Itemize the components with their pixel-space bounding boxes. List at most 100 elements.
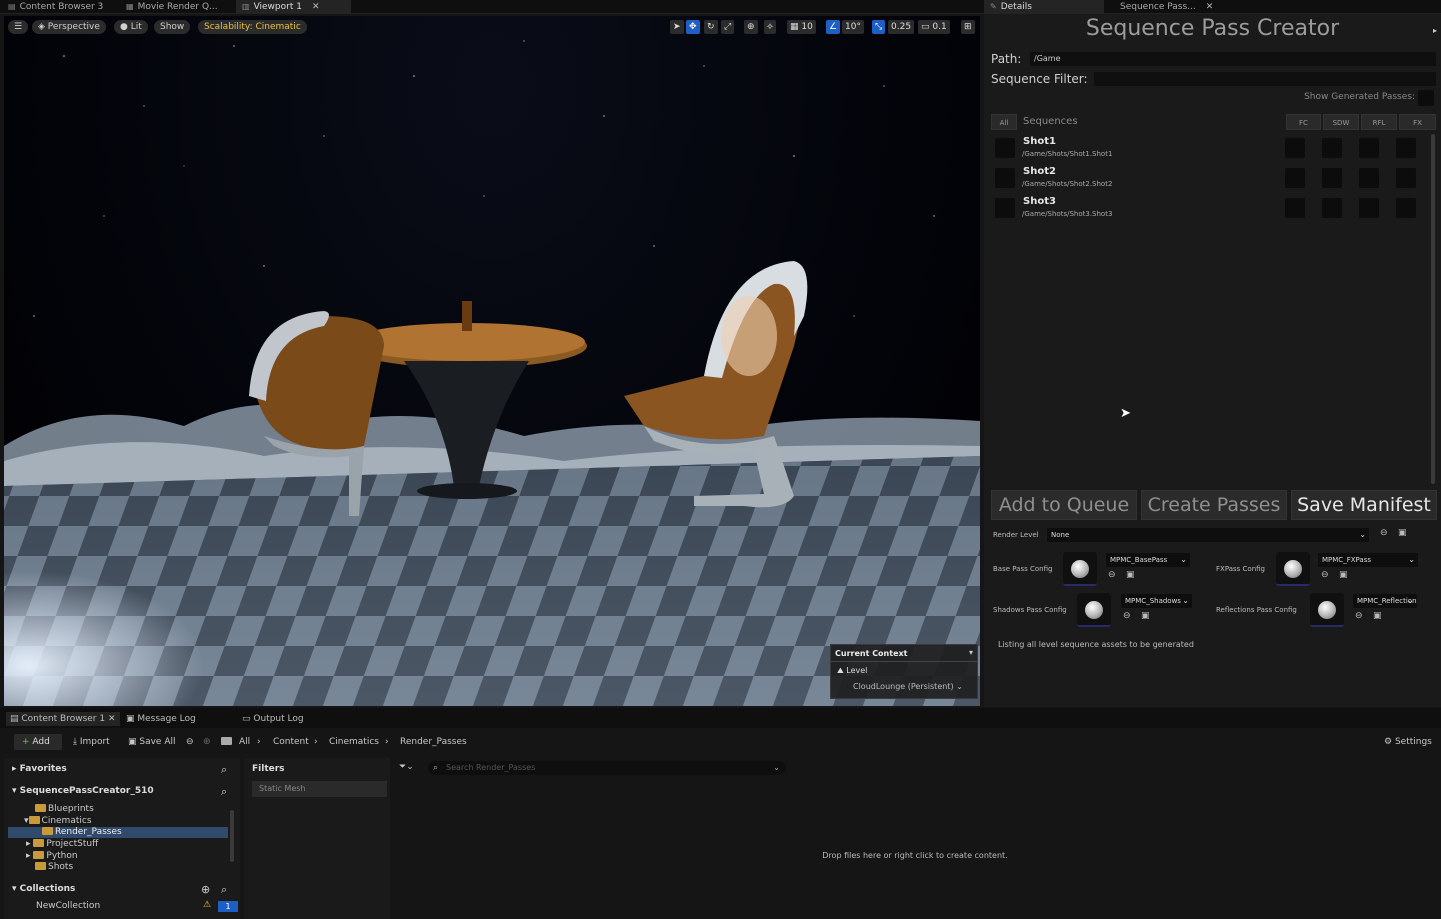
- layout-icon[interactable]: ⊞: [961, 20, 975, 34]
- column-fc[interactable]: FC: [1286, 114, 1321, 130]
- scale-snap-button[interactable]: ⤡: [872, 20, 886, 34]
- shadows-pass-dropdown[interactable]: MPMC_Shadows ⌄: [1121, 594, 1192, 608]
- scalability-badge[interactable]: Scalability: Cinematic: [198, 20, 307, 34]
- breadcrumb-content[interactable]: Content: [273, 737, 309, 747]
- base-pass-thumbnail[interactable]: [1063, 552, 1097, 586]
- surface-snap-icon[interactable]: ⟡: [764, 20, 776, 34]
- import-button[interactable]: ⤓ Import: [73, 737, 110, 747]
- tab-details[interactable]: ✎ Details: [984, 0, 1104, 14]
- reflections-pass-thumbnail[interactable]: [1310, 593, 1344, 627]
- translate-icon[interactable]: ✥: [686, 20, 700, 34]
- search-icon[interactable]: ⌕: [221, 883, 227, 897]
- scale-icon[interactable]: ⤢: [721, 20, 735, 34]
- browse-back-icon[interactable]: ⊖: [1321, 570, 1329, 580]
- favorites-header[interactable]: ▸ Favorites: [12, 764, 67, 774]
- grid-snap-button[interactable]: ▦ 10: [787, 20, 816, 34]
- expand-arrow-icon[interactable]: ▸: [1433, 26, 1437, 35]
- browse-folder-icon[interactable]: ▣: [1398, 528, 1407, 538]
- perspective-button[interactable]: ◈ Perspective: [32, 20, 106, 34]
- collection-item[interactable]: NewCollection: [36, 901, 100, 911]
- render-level-dropdown[interactable]: None ⌄: [1047, 528, 1369, 542]
- fx-checkbox[interactable]: [1396, 168, 1416, 188]
- tree-item-blueprints[interactable]: Blueprints: [35, 804, 94, 814]
- browse-back-icon[interactable]: ⊖: [1355, 611, 1363, 621]
- settings-button[interactable]: ⚙ Settings: [1384, 737, 1432, 747]
- history-forward-icon[interactable]: ⊕: [203, 737, 211, 747]
- rotation-snap-button[interactable]: ∠: [826, 20, 841, 34]
- show-button[interactable]: Show: [154, 20, 191, 34]
- project-header[interactable]: ▾ SequencePassCreator_510: [12, 786, 154, 796]
- breadcrumb-render-passes[interactable]: Render_Passes: [400, 737, 467, 747]
- tab-viewport-1[interactable]: ▥ Viewport 1 ✕: [236, 0, 351, 14]
- path-field[interactable]: /Game: [1030, 52, 1436, 66]
- browse-back-icon[interactable]: ⊖: [1380, 528, 1388, 538]
- browse-folder-icon[interactable]: ▣: [1339, 570, 1348, 580]
- all-button[interactable]: All: [991, 114, 1017, 130]
- rfl-checkbox[interactable]: [1359, 138, 1379, 158]
- shot-select-checkbox[interactable]: [995, 168, 1015, 188]
- tree-item-render-passes[interactable]: Render_Passes: [42, 827, 122, 837]
- tab-content-browser-3[interactable]: ▤ Content Browser 3: [2, 0, 117, 14]
- fxpass-dropdown[interactable]: MPMC_FXPass ⌄: [1318, 553, 1418, 567]
- save-all-button[interactable]: ▣ Save All: [128, 737, 176, 747]
- add-collection-icon[interactable]: ⊕: [201, 883, 210, 896]
- search-icon[interactable]: ⌕: [221, 763, 227, 777]
- rfl-checkbox[interactable]: [1359, 198, 1379, 218]
- column-rfl[interactable]: RFL: [1361, 114, 1397, 130]
- filter-chip[interactable]: Static Mesh: [252, 781, 387, 797]
- tab-message-log[interactable]: ▣ Message Log: [126, 712, 196, 726]
- viewport-menu-button[interactable]: ☰: [8, 20, 29, 34]
- scrollbar[interactable]: [1431, 134, 1435, 484]
- add-to-queue-button[interactable]: Add to Queue: [991, 490, 1137, 520]
- close-icon[interactable]: ✕: [1206, 1, 1214, 13]
- fx-checkbox[interactable]: [1396, 198, 1416, 218]
- fc-checkbox[interactable]: [1285, 198, 1305, 218]
- column-sdw[interactable]: SDW: [1323, 114, 1359, 130]
- filter-icon[interactable]: ⏷⌄: [399, 762, 414, 772]
- column-fx[interactable]: FX: [1399, 114, 1436, 130]
- folder-icon[interactable]: [221, 737, 234, 747]
- level-dropdown[interactable]: CloudLounge (Persistent) ⌄: [853, 682, 963, 691]
- browse-folder-icon[interactable]: ▣: [1126, 570, 1135, 580]
- add-button[interactable]: + Add: [14, 734, 62, 750]
- fxpass-thumbnail[interactable]: [1276, 552, 1310, 586]
- tree-item-projectstuff[interactable]: ▸ ProjectStuff: [26, 839, 98, 849]
- reflections-pass-dropdown[interactable]: MPMC_Reflections ⌄: [1353, 594, 1417, 608]
- fc-checkbox[interactable]: [1285, 168, 1305, 188]
- breadcrumb-cinematics[interactable]: Cinematics: [329, 737, 379, 747]
- tab-movie-render-queue[interactable]: ▦ Movie Render Q...: [120, 0, 235, 14]
- save-manifest-button[interactable]: Save Manifest: [1291, 490, 1437, 520]
- browse-folder-icon[interactable]: ▣: [1373, 611, 1382, 621]
- tab-sequence-pass[interactable]: Sequence Pass... ✕: [1114, 0, 1214, 14]
- show-generated-checkbox[interactable]: [1418, 90, 1434, 106]
- select-icon[interactable]: ➤: [670, 20, 684, 34]
- tree-item-shots[interactable]: Shots: [35, 862, 73, 872]
- shot-select-checkbox[interactable]: [995, 138, 1015, 158]
- tree-scrollbar[interactable]: [230, 810, 234, 862]
- chevron-down-icon[interactable]: ▾: [969, 648, 973, 657]
- sdw-checkbox[interactable]: [1322, 138, 1342, 158]
- scale-snap-value[interactable]: 0.25: [888, 20, 915, 34]
- shadows-pass-thumbnail[interactable]: [1077, 593, 1111, 627]
- tree-item-python[interactable]: ▸ Python: [26, 851, 78, 861]
- level-viewport[interactable]: ☰ ◈ Perspective ● Lit Show Scalability: …: [4, 16, 980, 706]
- tree-item-cinematics[interactable]: ▾ Cinematics: [24, 816, 92, 826]
- sdw-checkbox[interactable]: [1322, 198, 1342, 218]
- tab-output-log[interactable]: ▭ Output Log: [242, 712, 304, 726]
- collections-header[interactable]: ▾ Collections: [12, 884, 75, 894]
- base-pass-dropdown[interactable]: MPMC_BasePass ⌄: [1106, 553, 1190, 567]
- rotate-icon[interactable]: ↻: [704, 20, 718, 34]
- sdw-checkbox[interactable]: [1322, 168, 1342, 188]
- breadcrumb-all[interactable]: All: [239, 737, 250, 747]
- world-local-icon[interactable]: ⊕: [744, 20, 758, 34]
- rotation-snap-value[interactable]: 10°: [842, 20, 864, 34]
- browse-back-icon[interactable]: ⊖: [1123, 611, 1131, 621]
- close-icon[interactable]: ✕: [312, 1, 320, 13]
- create-passes-button[interactable]: Create Passes: [1141, 490, 1287, 520]
- tab-content-browser-1[interactable]: ▤ Content Browser 1 ✕: [6, 712, 120, 726]
- fc-checkbox[interactable]: [1285, 138, 1305, 158]
- search-input[interactable]: ⌕ Search Render_Passes ⌄: [428, 761, 786, 775]
- rfl-checkbox[interactable]: [1359, 168, 1379, 188]
- history-back-icon[interactable]: ⊖: [186, 737, 194, 747]
- camera-speed-button[interactable]: ▭ 0.1: [918, 20, 950, 34]
